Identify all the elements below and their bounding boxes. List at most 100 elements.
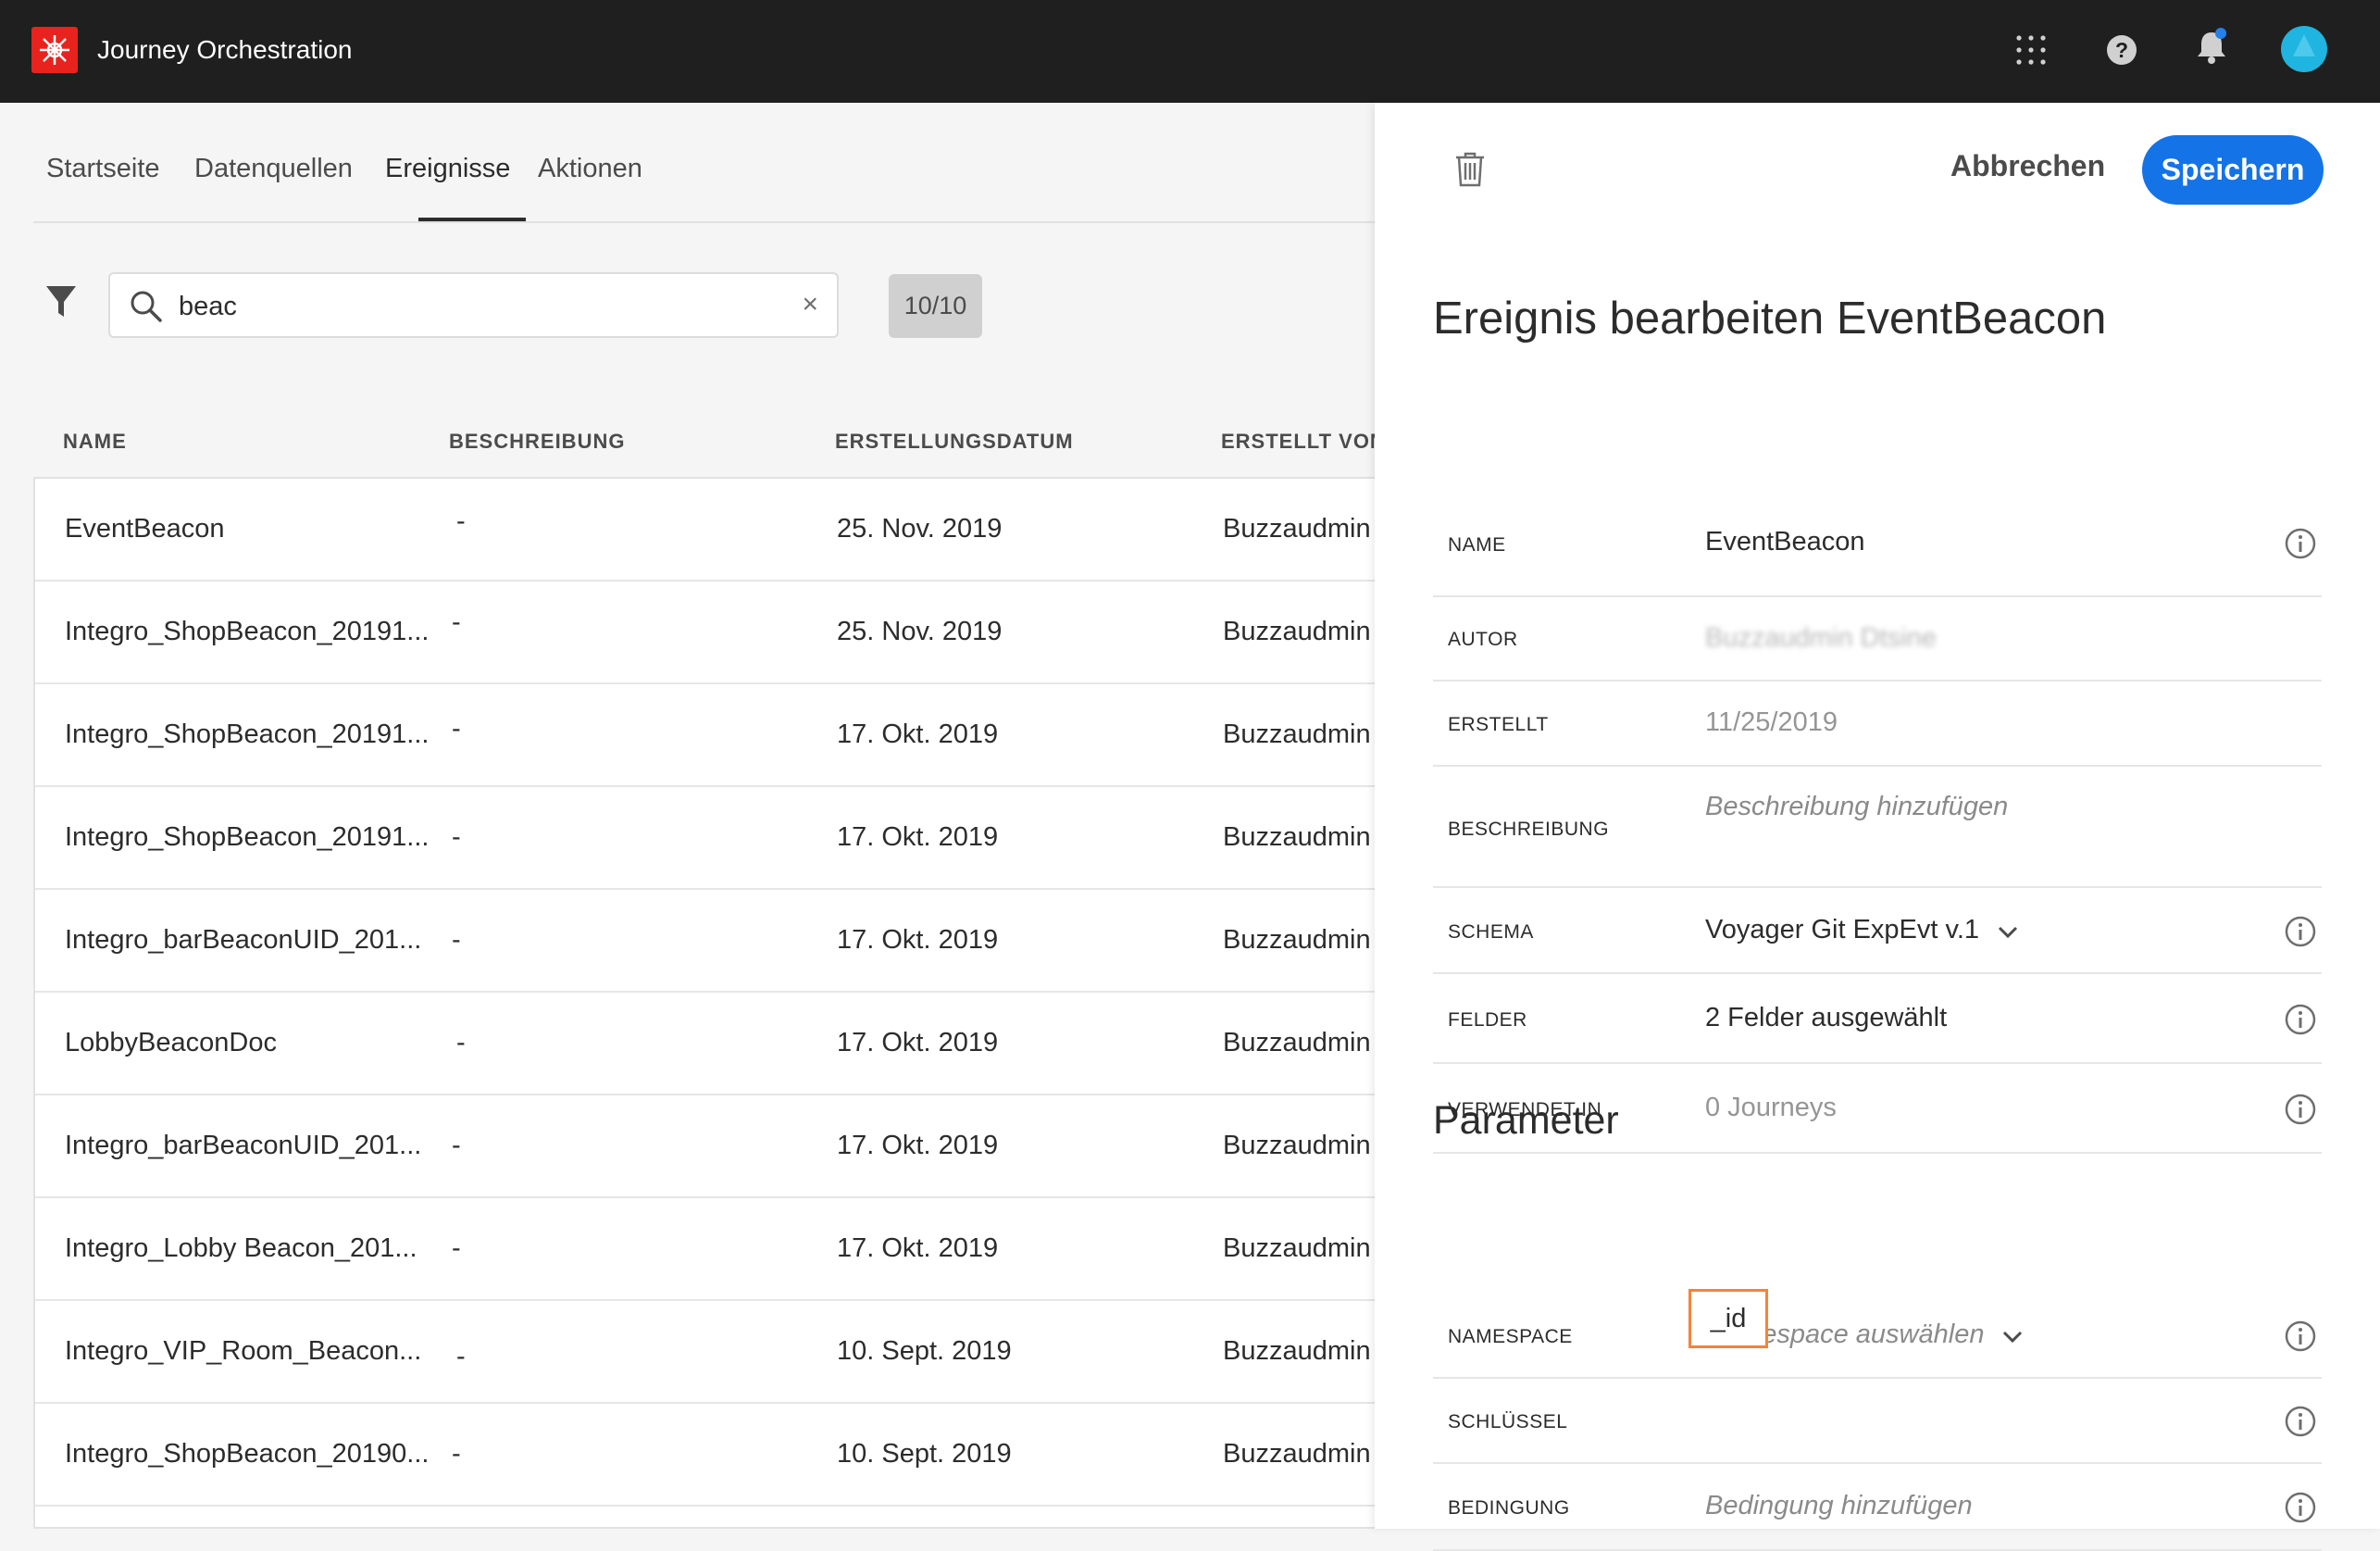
chevron-down-icon	[1998, 916, 2018, 946]
field-created-row: ERSTELLT 11/25/2019	[1433, 682, 2322, 767]
info-icon[interactable]	[2284, 1491, 2317, 1529]
tab-startseite[interactable]: Startseite	[46, 154, 160, 184]
cell-created-by: Buzzaudmin D	[1223, 719, 1375, 749]
table-row[interactable]: Integro_ShopBeacon_20191... - 25. Nov. 2…	[35, 582, 1375, 684]
clear-icon[interactable]: ×	[802, 289, 818, 320]
nav-tabs: Startseite Datenquellen Ereignisse Aktio…	[33, 103, 1375, 223]
bell-icon[interactable]	[2194, 27, 2229, 70]
top-bar: Journey Orchestration ?	[0, 0, 2380, 103]
tab-ereignisse[interactable]: Ereignisse	[385, 154, 510, 184]
cell-description: -	[452, 925, 461, 955]
key-input[interactable]: _id	[1688, 1289, 1768, 1348]
field-description-row: BESCHREIBUNG Beschreibung hinzufügen	[1433, 767, 2322, 888]
adobe-logo-icon[interactable]	[31, 27, 78, 73]
chevron-down-icon	[2002, 1320, 2023, 1351]
table-row[interactable]: Integro_VIP_Room_Beacon... - 10. Sept. 2…	[35, 1301, 1375, 1404]
table-row[interactable]: Integro_barBeaconUID_201... - 17. Okt. 2…	[35, 890, 1375, 993]
cell-created-by: Buzzaudmin D	[1223, 514, 1375, 544]
field-label: NAME	[1448, 534, 1506, 556]
cell-created: 17. Okt. 2019	[837, 1131, 999, 1160]
field-key-row: SCHLÜSSEL	[1433, 1379, 2322, 1464]
cell-created: 25. Nov. 2019	[837, 617, 1003, 646]
info-icon[interactable]	[2284, 527, 2317, 565]
cell-name[interactable]: Integro_ShopBeacon_20191...	[65, 822, 429, 853]
cell-name[interactable]: Integro_ShopBeacon_20191...	[65, 617, 429, 647]
table-row[interactable]: Integro_ShopBeacon_20191... - 17. Okt. 2…	[35, 787, 1375, 890]
field-label: BESCHREIBUNG	[1448, 819, 1610, 840]
field-name-row: NAME EventBeacon	[1433, 486, 2322, 597]
info-icon[interactable]	[2284, 1320, 2317, 1357]
field-label: NAMESPACE	[1448, 1326, 1573, 1347]
table-row[interactable]: Integro_Lobby Beacon_201... - 17. Okt. 2…	[35, 1198, 1375, 1301]
cell-name[interactable]: Integro_Lobby Beacon_201...	[65, 1233, 417, 1264]
column-header-created[interactable]: ERSTELLUNGSDATUM	[835, 430, 1074, 454]
tab-aktionen[interactable]: Aktionen	[538, 154, 642, 184]
column-header-created-by[interactable]: ERSTELLT VON	[1221, 430, 1386, 454]
result-counter: 10/10	[889, 274, 982, 338]
info-icon[interactable]	[2284, 1405, 2317, 1443]
save-button[interactable]: Speichern	[2142, 135, 2324, 205]
info-icon[interactable]	[2284, 1003, 2317, 1041]
cell-name[interactable]: Integro_barBeaconUID_201...	[65, 1131, 421, 1161]
apps-grid-icon[interactable]	[2015, 34, 2047, 70]
search-field[interactable]: beac ×	[108, 272, 839, 338]
column-header-description[interactable]: BESCHREIBUNG	[449, 430, 625, 454]
description-input[interactable]: Beschreibung hinzufügen	[1705, 792, 2008, 822]
info-icon[interactable]	[2284, 915, 2317, 953]
field-label: FELDER	[1448, 1009, 1527, 1031]
table-row[interactable]: EventBeacon - 25. Nov. 2019 Buzzaudmin D	[35, 479, 1375, 582]
cell-description: -	[452, 1131, 461, 1160]
cell-name[interactable]: LobbyBeaconDoc	[65, 1028, 277, 1058]
created-value: 11/25/2019	[1705, 707, 1838, 737]
field-label: BEDINGUNG	[1448, 1497, 1570, 1519]
cell-created-by: Buzzaudmin D	[1223, 1439, 1375, 1469]
table-row[interactable]: LobbyBeaconDoc - 17. Okt. 2019 Buzzaudmi…	[35, 993, 1375, 1095]
edit-event-panel: Abbrechen Speichern Ereignis bearbeiten …	[1375, 103, 2380, 1551]
cell-name[interactable]: Integro_ShopBeacon_20191...	[65, 719, 429, 750]
cell-created: 17. Okt. 2019	[837, 1028, 999, 1057]
search-input[interactable]: beac	[179, 292, 237, 322]
avatar-icon[interactable]	[2280, 25, 2328, 78]
cell-name[interactable]: Integro_ShopBeacon_20190...	[65, 1439, 429, 1470]
cell-created: 10. Sept. 2019	[837, 1336, 1012, 1366]
cell-description: -	[452, 1233, 461, 1263]
field-label: ERSTELLT	[1448, 714, 1549, 735]
schema-select[interactable]: Voyager Git ExpEvt v.1	[1705, 915, 2018, 946]
table-row[interactable]: Integro_barBeaconUID_201... - 17. Okt. 2…	[35, 1095, 1375, 1198]
help-icon[interactable]: ?	[2105, 33, 2138, 71]
cell-name[interactable]: Integro_VIP_Room_Beacon...	[65, 1336, 421, 1367]
field-author-row: AUTOR Buzzaudmin Dtsine	[1433, 597, 2322, 682]
used-in-value: 0 Journeys	[1705, 1093, 1837, 1122]
cell-created-by: Buzzaudmin D	[1223, 925, 1375, 955]
field-namespace-row: NAMESPACE Namespace auswählen	[1433, 1293, 2322, 1379]
events-table: EventBeacon - 25. Nov. 2019 Buzzaudmin D…	[33, 477, 1375, 1529]
cell-description: -	[456, 1028, 466, 1057]
trash-icon[interactable]	[1454, 151, 1486, 193]
cell-created: 17. Okt. 2019	[837, 1233, 999, 1263]
cell-name[interactable]: Integro_barBeaconUID_201...	[65, 925, 421, 956]
cell-created: 17. Okt. 2019	[837, 822, 999, 852]
panel-title: Ereignis bearbeiten EventBeacon	[1433, 294, 2107, 344]
active-tab-indicator	[418, 218, 526, 221]
fields-selector[interactable]: 2 Felder ausgewählt	[1705, 1003, 1947, 1033]
name-input[interactable]: EventBeacon	[1705, 527, 1865, 557]
field-fields-row: FELDER 2 Felder ausgewählt	[1433, 974, 2322, 1064]
app-title[interactable]: Journey Orchestration	[97, 35, 352, 65]
table-row[interactable]: Integro_ShopBeacon_20191... - 17. Okt. 2…	[35, 684, 1375, 787]
tab-datenquellen[interactable]: Datenquellen	[194, 154, 353, 184]
schema-value: Voyager Git ExpEvt v.1	[1705, 915, 1980, 944]
info-icon[interactable]	[2284, 1093, 2317, 1131]
cell-description: -	[452, 607, 461, 637]
cancel-button[interactable]: Abbrechen	[1950, 149, 2105, 183]
cell-created-by: Buzzaudmin D	[1223, 1336, 1375, 1366]
cell-description: -	[452, 714, 461, 744]
table-row[interactable]: Integro_ShopBeacon_20190... - 10. Sept. …	[35, 1404, 1375, 1507]
condition-input[interactable]: Bedingung hinzufügen	[1705, 1491, 1973, 1521]
cell-name[interactable]: EventBeacon	[65, 514, 225, 544]
filter-icon[interactable]	[44, 283, 78, 325]
column-header-name[interactable]: NAME	[63, 430, 127, 454]
search-icon	[131, 291, 162, 322]
author-value: Buzzaudmin Dtsine	[1705, 623, 1937, 653]
cell-created: 17. Okt. 2019	[837, 719, 999, 749]
cell-description: -	[456, 1342, 466, 1371]
